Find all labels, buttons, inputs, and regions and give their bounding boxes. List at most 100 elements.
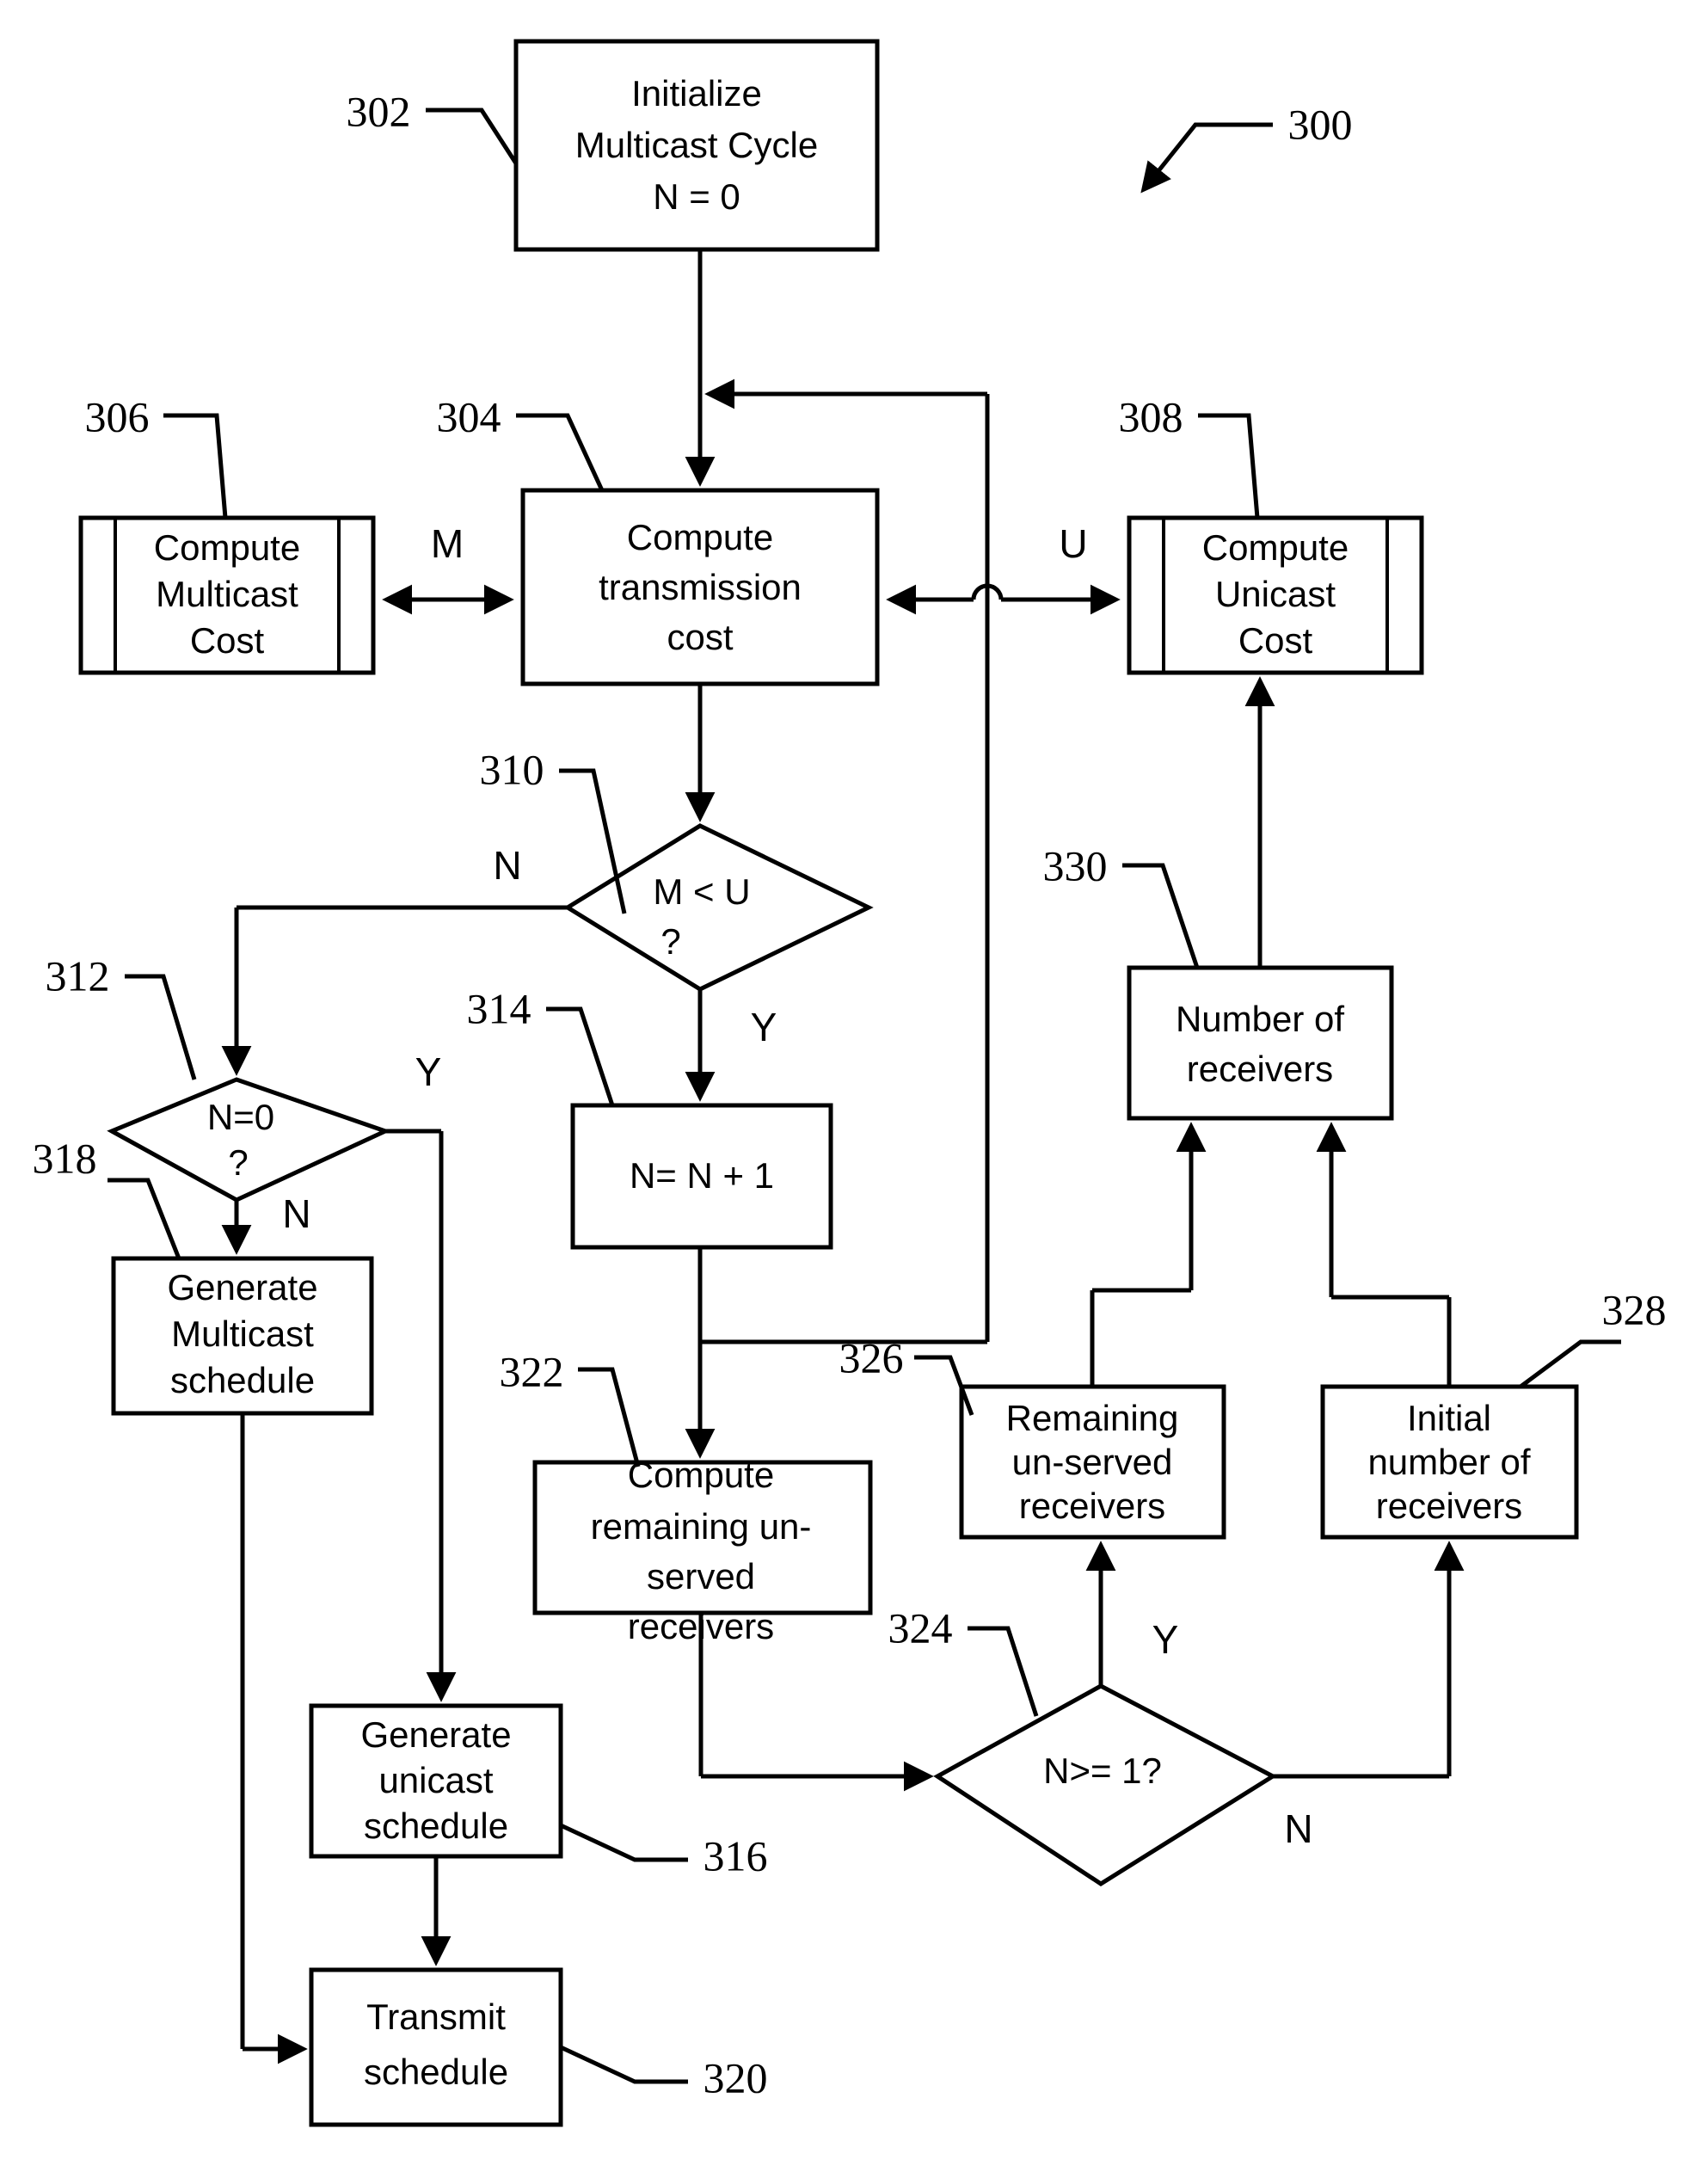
edge-label-nge1-yes: Y	[1152, 1617, 1179, 1662]
ref-label-320: 320	[703, 2053, 768, 2101]
node-320-line-1: schedule	[364, 2052, 508, 2092]
ref-label-310: 310	[480, 745, 544, 793]
node-322-line-1: remaining un-	[591, 1506, 812, 1547]
edge-312-yes-to-316: Y	[385, 1049, 457, 1702]
ref-label-322: 322	[500, 1347, 564, 1395]
node-initial-number-of-receivers[interactable]: Initial number of receivers	[1320, 1384, 1579, 1540]
node-322-line-0: Compute	[628, 1455, 774, 1495]
ref-label-330: 330	[1043, 841, 1108, 889]
edge-310-yes-to-314: Y	[685, 989, 777, 1102]
ref-label-302: 302	[347, 87, 411, 135]
node-decision-n-equals-zero[interactable]: N=0 ?	[107, 1077, 391, 1203]
node-326-line-1: un-served	[1012, 1442, 1173, 1482]
node-328-line-1: number of	[1367, 1442, 1530, 1482]
node-302-line-1: Multicast Cycle	[575, 125, 818, 165]
ref-callout-308: 308	[1119, 392, 1260, 519]
node-310-line-1: ?	[660, 921, 680, 962]
edge-304-308-unicast-cost: U	[886, 521, 1121, 615]
ref-label-316: 316	[703, 1831, 768, 1880]
edge-328-to-330	[1316, 1122, 1452, 1387]
ref-callout-330: 330	[1043, 841, 1200, 969]
node-310-line-0: M < U	[653, 871, 750, 912]
ref-callout-320: 320	[559, 2045, 768, 2101]
node-318-line-2: schedule	[170, 1360, 315, 1400]
edge-310-no-to-312: N	[221, 843, 568, 1076]
edge-324-no-to-328: N	[1273, 1541, 1465, 1851]
node-decision-n-ge-1[interactable]: N>= 1?	[933, 1683, 1278, 1886]
node-328-line-2: receivers	[1376, 1486, 1522, 1526]
node-312-line-1: ?	[228, 1142, 248, 1183]
flowchart-canvas: 300 Initialize Multicast Cycle N = 0 302…	[33, 39, 1667, 2127]
ref-callout-328: 328	[1519, 1285, 1667, 1389]
node-302-line-2: N = 0	[653, 176, 740, 217]
ref-label-306: 306	[85, 392, 150, 440]
ref-callout-304: 304	[437, 392, 605, 492]
node-330-line-1: receivers	[1187, 1049, 1333, 1089]
ref-callout-314: 314	[467, 984, 615, 1106]
edge-label-mlessu-no: N	[493, 843, 521, 888]
node-compute-unicast-cost[interactable]: Compute Unicast Cost	[1127, 515, 1424, 675]
node-318-line-1: Multicast	[171, 1314, 314, 1354]
node-330-line-0: Number of	[1176, 999, 1344, 1039]
edge-label-neq0-yes: Y	[415, 1049, 442, 1094]
ref-callout-322: 322	[500, 1347, 641, 1467]
flowchart-page: 300 Initialize Multicast Cycle N = 0 302…	[0, 0, 1708, 2178]
node-306-line-2: Cost	[190, 620, 265, 661]
node-312-line-0: N=0	[207, 1097, 274, 1137]
node-302-line-0: Initialize	[631, 73, 762, 114]
node-308-line-1: Unicast	[1215, 574, 1336, 614]
ref-label-318: 318	[33, 1134, 97, 1182]
node-306-line-1: Multicast	[156, 574, 298, 614]
node-304-line-2: cost	[667, 617, 733, 657]
node-308-line-2: Cost	[1238, 620, 1313, 661]
ref-label-324: 324	[888, 1603, 953, 1652]
edge-312-no-to-318: N	[221, 1191, 311, 1255]
edge-324-yes-to-326: Y	[1085, 1541, 1179, 1686]
node-304-line-1: transmission	[599, 567, 802, 607]
ref-callout-312: 312	[46, 951, 197, 1080]
ref-callout-326: 326	[839, 1333, 974, 1416]
node-316-line-1: unicast	[378, 1760, 493, 1800]
node-generate-unicast-schedule[interactable]: Generate unicast schedule	[309, 1703, 563, 1859]
node-increment-n[interactable]: N= N + 1	[570, 1103, 833, 1250]
node-remaining-unserved-receivers[interactable]: Remaining un-served receivers	[959, 1384, 1226, 1540]
node-transmit-schedule[interactable]: Transmit schedule	[309, 1967, 563, 2127]
node-314-line-0: N= N + 1	[630, 1155, 774, 1196]
ref-label-312: 312	[46, 951, 110, 1000]
edge-label-mlessu-yes: Y	[751, 1005, 777, 1049]
ref-label-314: 314	[467, 984, 531, 1032]
ref-label-308: 308	[1119, 392, 1183, 440]
edge-label-u: U	[1059, 521, 1087, 566]
ref-callout-324: 324	[888, 1603, 1039, 1717]
node-318-line-0: Generate	[167, 1267, 317, 1307]
edge-318-to-320	[240, 1413, 308, 2064]
ref-callout-306: 306	[85, 392, 228, 519]
node-320-line-0: Transmit	[366, 1997, 506, 2037]
node-compute-transmission-cost[interactable]: Compute transmission cost	[520, 488, 880, 686]
node-generate-multicast-schedule[interactable]: Generate Multicast schedule	[111, 1256, 374, 1416]
ref-callout-302: 302	[347, 87, 519, 165]
node-326-line-0: Remaining	[1006, 1398, 1179, 1438]
node-compute-multicast-cost[interactable]: Compute Multicast Cost	[78, 515, 376, 675]
node-number-of-receivers[interactable]: Number of receivers	[1127, 965, 1394, 1121]
node-328-line-0: Initial	[1407, 1398, 1491, 1438]
node-322-line-2: served	[647, 1556, 755, 1597]
node-324-line-0: N>= 1?	[1043, 1750, 1162, 1791]
edge-label-neq0-no: N	[282, 1191, 310, 1236]
ref-label-304: 304	[437, 392, 501, 440]
edge-326-to-330	[1090, 1122, 1207, 1387]
node-308-line-0: Compute	[1202, 527, 1349, 568]
edge-label-nge1-no: N	[1284, 1806, 1312, 1851]
node-306-line-0: Compute	[154, 527, 300, 568]
node-316-line-2: schedule	[364, 1806, 508, 1846]
figure-number-callout: 300	[1140, 100, 1353, 194]
node-initialize-multicast-cycle[interactable]: Initialize Multicast Cycle N = 0	[513, 39, 880, 252]
node-316-line-0: Generate	[360, 1714, 511, 1755]
edge-306-304-multicast-cost: M	[382, 521, 514, 615]
ref-label-328: 328	[1602, 1285, 1667, 1333]
ref-callout-316: 316	[559, 1823, 768, 1880]
node-326-line-2: receivers	[1019, 1486, 1165, 1526]
figure-number-label: 300	[1288, 100, 1353, 148]
node-304-line-0: Compute	[627, 517, 773, 557]
edge-label-m: M	[431, 521, 464, 566]
